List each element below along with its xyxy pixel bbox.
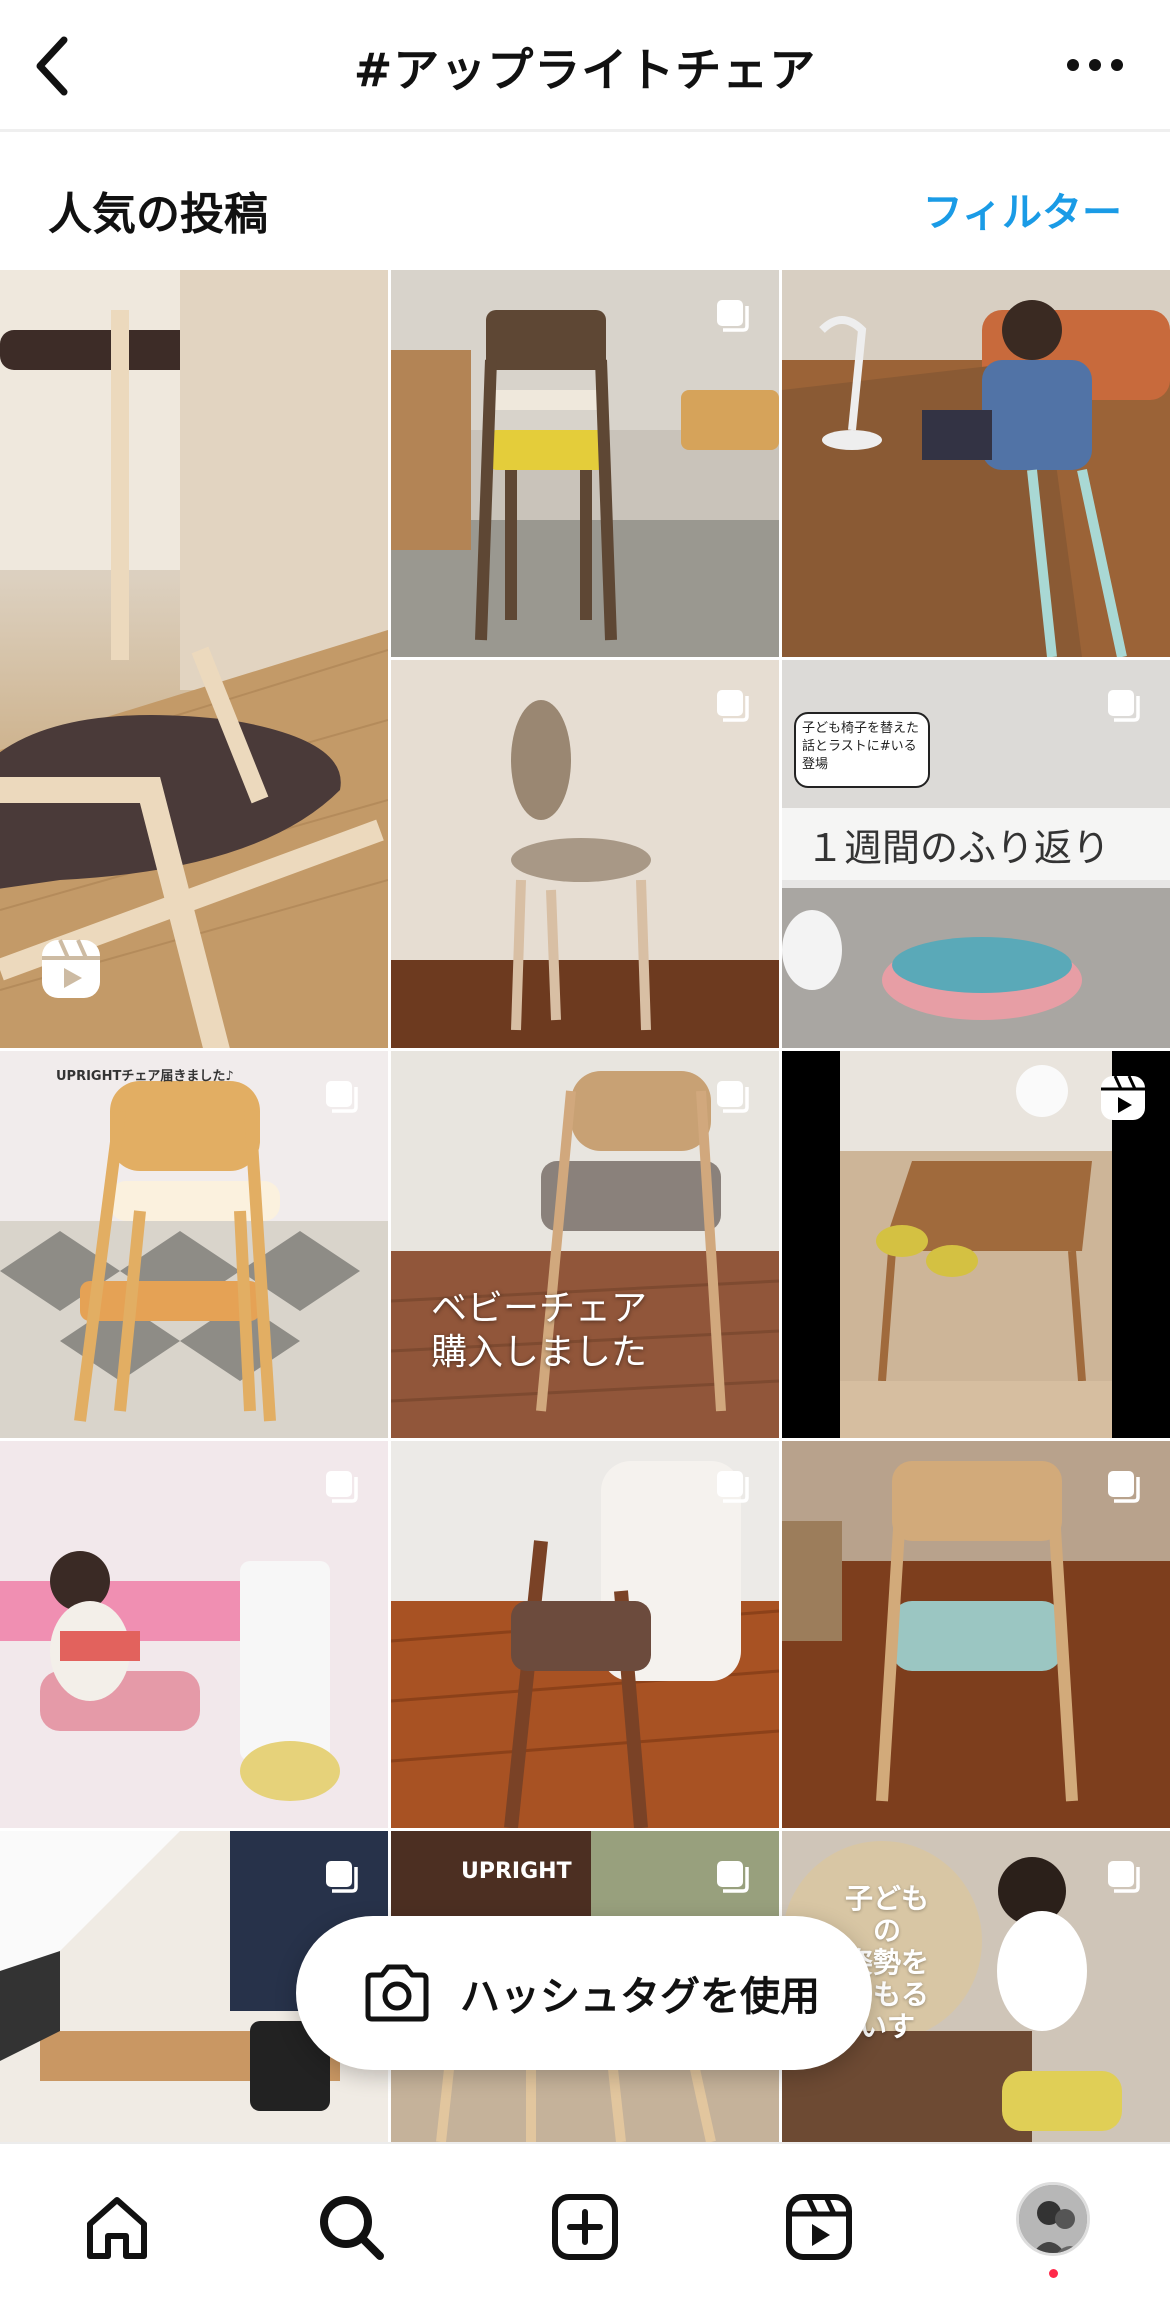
- use-hashtag-label: ハッシュタグを使用: [460, 1974, 820, 2020]
- grid-post[interactable]: [0, 270, 388, 1048]
- search-icon: [320, 2196, 384, 2260]
- top-bar: #アップライトチェア: [0, 0, 1170, 132]
- grid-post[interactable]: [782, 1051, 1170, 1438]
- grid-post[interactable]: [782, 270, 1170, 657]
- carousel-icon: [326, 1861, 358, 1893]
- brand-sign: UPRIGHT: [461, 1859, 572, 1884]
- profile-avatar: [1019, 2185, 1087, 2253]
- page-title: #アップライトチェア: [353, 43, 817, 97]
- overlay-text: １週間のふり返り: [782, 808, 1170, 888]
- grid-post[interactable]: [391, 1441, 779, 1828]
- reels-icon: [786, 2194, 852, 2260]
- create-icon: [552, 2194, 618, 2260]
- carousel-icon: [717, 690, 749, 722]
- section-header: 人気の投稿 フィルター: [0, 140, 1170, 270]
- post-thumbnail: [0, 270, 388, 1048]
- grid-post[interactable]: [782, 1441, 1170, 1828]
- reels-icon: [42, 939, 100, 998]
- carousel-icon: [326, 1081, 358, 1113]
- filter-button[interactable]: フィルター: [923, 180, 1122, 238]
- grid-post[interactable]: [391, 270, 779, 657]
- carousel-icon: [717, 1471, 749, 1503]
- camera-icon: [365, 1964, 429, 2022]
- nav-reels[interactable]: [776, 2184, 862, 2270]
- nav-home[interactable]: [74, 2184, 160, 2270]
- section-title: 人気の投稿: [48, 189, 268, 240]
- notification-dot: [1049, 2269, 1058, 2278]
- grid-post[interactable]: ベビーチェア 購入しました: [391, 1051, 779, 1438]
- carousel-icon: [717, 300, 749, 332]
- carousel-icon: [717, 1081, 749, 1113]
- nav-search[interactable]: [308, 2184, 394, 2270]
- speech-bubble: 子ども椅子を替えた話とラストに#いる登場: [794, 712, 930, 788]
- home-icon: [87, 2197, 147, 2259]
- reels-icon: [1101, 1075, 1145, 1120]
- grid-post[interactable]: [0, 1441, 388, 1828]
- post-grid: 子ども椅子を替えた話とラストに#いる登場 １週間のふり返り UPRIGHTチェア…: [0, 270, 1170, 2142]
- carousel-icon: [326, 1471, 358, 1503]
- nav-profile-avatar[interactable]: [1016, 2182, 1090, 2256]
- carousel-icon: [1108, 690, 1140, 722]
- post-thumbnail: [782, 270, 1170, 657]
- use-hashtag-button[interactable]: ハッシュタグを使用: [296, 1916, 872, 2070]
- more-options-button[interactable]: [1060, 40, 1130, 90]
- grid-post[interactable]: [391, 660, 779, 1048]
- grid-post[interactable]: UPRIGHTチェア届きました♪: [0, 1051, 388, 1438]
- carousel-icon: [1108, 1471, 1140, 1503]
- more-horizontal-icon: [1067, 59, 1123, 71]
- caption-text: UPRIGHTチェア届きました♪: [56, 1069, 234, 1084]
- carousel-icon: [1108, 1861, 1140, 1893]
- grid-post[interactable]: 子ども椅子を替えた話とラストに#いる登場 １週間のふり返り: [782, 660, 1170, 1048]
- bottom-navigation: [0, 2142, 1170, 2312]
- overlay-text-line2: 購入しました: [431, 1332, 648, 1373]
- carousel-icon: [717, 1861, 749, 1893]
- nav-create[interactable]: [542, 2184, 628, 2270]
